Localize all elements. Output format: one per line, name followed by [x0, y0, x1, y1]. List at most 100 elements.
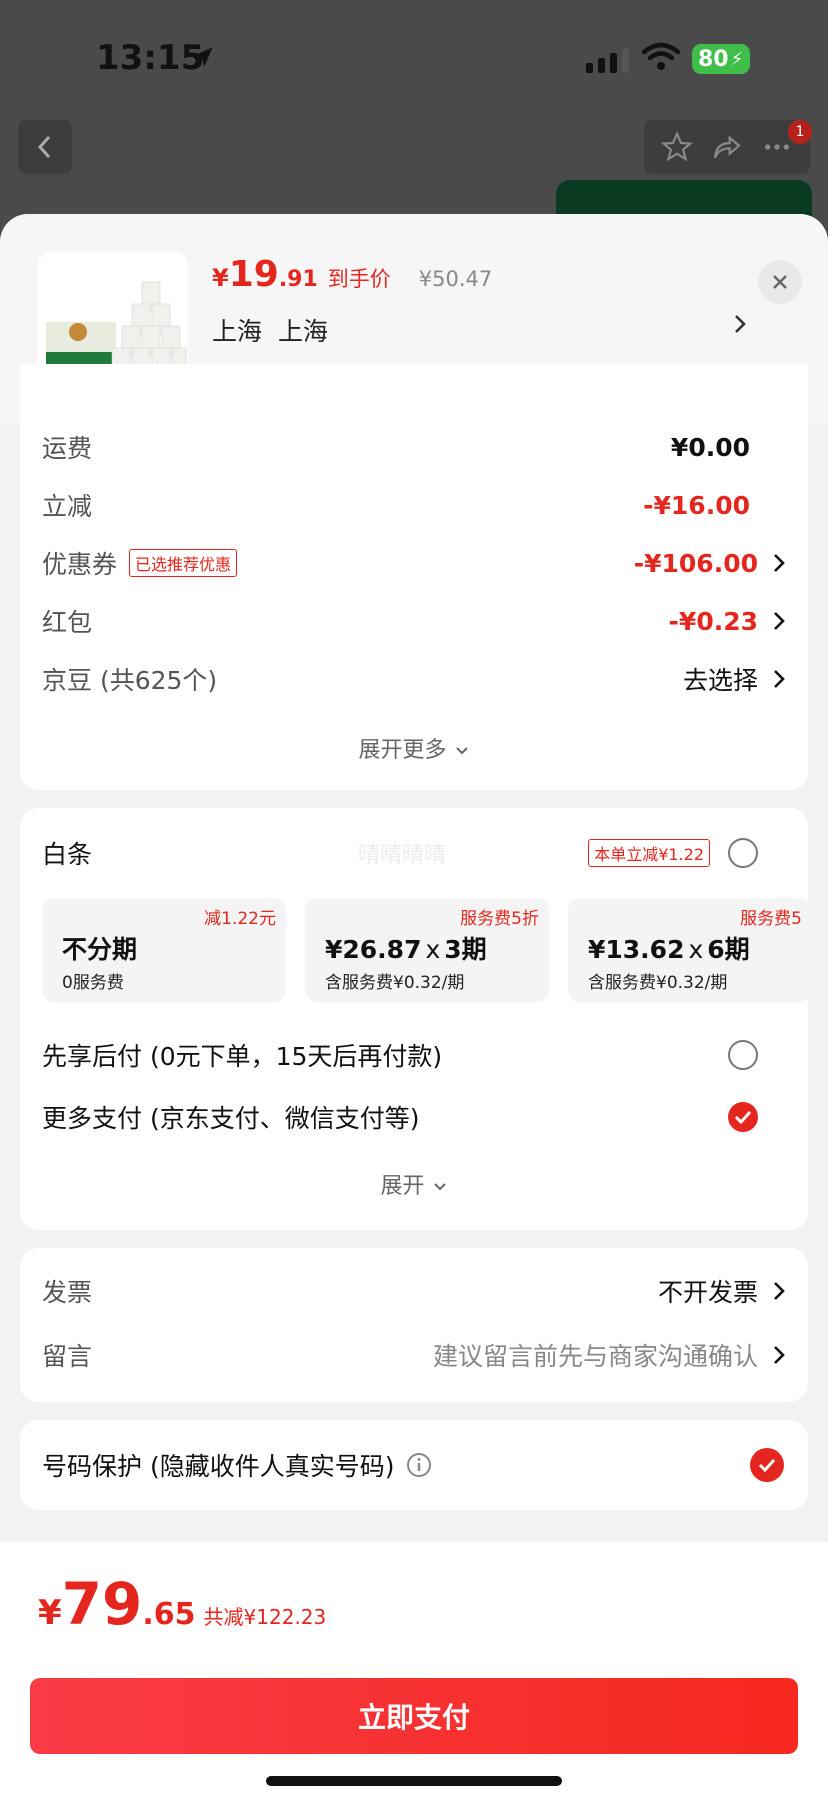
fee-card: 运费 ¥0.00 立减 -¥16.00 优惠券 已选推荐优惠 -¥106.00 …: [20, 364, 808, 790]
jingdou-label: 京豆 (共625个): [42, 666, 218, 695]
notification-badge: 1: [788, 120, 812, 144]
paylater-radio[interactable]: [728, 1040, 758, 1070]
chevron-right-icon[interactable]: [732, 310, 748, 338]
close-icon: [773, 275, 787, 289]
star-icon[interactable]: [661, 131, 693, 163]
expand-more-label: 展开更多: [358, 738, 447, 763]
total-decimal: .65: [142, 1597, 196, 1632]
status-time: 13:15: [96, 38, 205, 78]
note-value: 建议留言前先与商家沟通确认: [432, 1342, 758, 1371]
chevron-down-icon: [433, 1183, 446, 1191]
redpacket-value: -¥0.23: [668, 606, 758, 636]
plan-corner: 服务费5: [740, 909, 802, 929]
top-actions: [644, 120, 810, 174]
redpacket-label: 红包: [42, 608, 93, 637]
invoice-value: 不开发票: [657, 1278, 758, 1307]
chevron-right-icon: [774, 554, 785, 572]
battery-icon: 80 ⚡: [692, 44, 750, 74]
shipping-value: ¥0.00: [670, 432, 750, 462]
note-label: 留言: [42, 1342, 93, 1371]
total-symbol: ¥: [38, 1593, 62, 1633]
privacy-row[interactable]: 号码保护 (隐藏收件人真实号码): [42, 1442, 786, 1488]
payment-card: 白条 晴晴晴晴 本单立减¥1.22 减1.22元 不分期 0服务费 服务费5折 …: [20, 808, 808, 1230]
shipping-row: 运费 ¥0.00: [42, 424, 786, 470]
original-price: ¥50.47: [418, 267, 493, 291]
plan-option[interactable]: 服务费5折 ¥26.87 x 3期 含服务费¥0.32/期: [305, 898, 549, 1002]
chevron-right-icon: [774, 670, 785, 688]
checkout-footer: ¥ 79 .65 共减¥122.23 立即支付: [0, 1542, 828, 1800]
coupon-badge: 已选推荐优惠: [129, 549, 238, 577]
plan-main: ¥26.87 x 3期: [325, 935, 487, 964]
plan-main: 不分期: [62, 935, 138, 964]
price-symbol: ¥: [212, 264, 229, 292]
invoice-card: 发票 不开发票 留言 建议留言前先与商家沟通确认: [20, 1248, 808, 1402]
plan-corner: 服务费5折: [460, 909, 539, 929]
paylater-row[interactable]: 先享后付 (0元下单，15天后再付款): [42, 1032, 786, 1078]
product-price: ¥ 19 .91 到手价 ¥50.47: [212, 254, 492, 295]
expand-link[interactable]: 展开: [20, 1168, 808, 1200]
baitiao-label: 白条: [42, 840, 93, 869]
checkout-sheet: ¥ 19 .91 到手价 ¥50.47 上海 上海 运费 ¥0.00 立减 -¥1…: [0, 214, 828, 1800]
installment-plans: 减1.22元 不分期 0服务费 服务费5折 ¥26.87 x 3期 含服务费¥0.3…: [42, 898, 808, 1008]
privacy-label: 号码保护 (隐藏收件人真实号码): [42, 1452, 395, 1481]
coupon-label: 优惠券: [42, 550, 118, 579]
back-button[interactable]: [18, 120, 72, 174]
total-saved: 共减¥122.23: [203, 1605, 327, 1629]
invoice-row[interactable]: 发票 不开发票: [42, 1268, 786, 1314]
wifi-icon: [642, 42, 680, 70]
price-decimal: .91: [278, 267, 318, 292]
plan-option[interactable]: 服务费5 ¥13.62 x 6期 含服务费¥0.32/期: [568, 898, 808, 1002]
total-integer: 79: [61, 1570, 143, 1638]
baitiao-badge: 本单立减¥1.22: [588, 839, 710, 867]
delivery-address[interactable]: 上海 上海: [212, 312, 344, 348]
discount-label: 立减: [42, 492, 93, 521]
discount-row: 立减 -¥16.00: [42, 482, 786, 528]
share-icon[interactable]: [711, 131, 743, 163]
chevron-right-icon: [774, 612, 785, 630]
invoice-label: 发票: [42, 1278, 93, 1307]
coupon-value: -¥106.00: [633, 548, 758, 578]
total-price: ¥ 79 .65 共减¥122.23: [38, 1570, 326, 1638]
expand-label: 展开: [380, 1174, 425, 1199]
more-pay-check[interactable]: [728, 1102, 758, 1132]
plan-sub: 含服务费¥0.32/期: [325, 973, 465, 993]
address-district: 上海: [278, 317, 329, 346]
privacy-check[interactable]: [750, 1448, 784, 1482]
more-pay-label: 更多支付 (京东支付、微信支付等): [42, 1104, 420, 1133]
redpacket-row[interactable]: 红包 -¥0.23: [42, 598, 786, 644]
chevron-down-icon: [455, 747, 468, 755]
close-button[interactable]: [758, 260, 802, 304]
check-icon: [734, 1110, 752, 1124]
watermark: 晴晴晴晴: [358, 843, 447, 868]
shipping-label: 运费: [42, 434, 93, 463]
home-indicator: [266, 1776, 562, 1786]
more-pay-row[interactable]: 更多支付 (京东支付、微信支付等): [42, 1094, 786, 1140]
status-bar: 13:15 80 ⚡: [0, 0, 828, 120]
expand-more-link[interactable]: 展开更多: [20, 732, 808, 764]
chevron-right-icon: [774, 1346, 785, 1364]
plan-sub: 0服务费: [62, 973, 124, 993]
chevron-right-icon: [774, 1282, 785, 1300]
plan-option[interactable]: 减1.22元 不分期 0服务费: [42, 898, 286, 1002]
chevron-left-icon: [37, 135, 51, 159]
jingdou-row[interactable]: 京豆 (共625个) 去选择: [42, 656, 786, 702]
location-arrow-icon: [193, 47, 213, 67]
paylater-label: 先享后付 (0元下单，15天后再付款): [42, 1042, 443, 1071]
address-city: 上海: [212, 317, 263, 346]
check-icon: [758, 1458, 776, 1472]
note-row[interactable]: 留言 建议留言前先与商家沟通确认: [42, 1332, 786, 1378]
plan-corner: 减1.22元: [204, 909, 276, 929]
info-icon[interactable]: [406, 1452, 432, 1478]
price-tag: 到手价: [327, 267, 391, 291]
pay-now-button[interactable]: 立即支付: [30, 1678, 798, 1754]
coupon-row[interactable]: 优惠券 已选推荐优惠 -¥106.00: [42, 540, 786, 586]
discount-value: -¥16.00: [643, 490, 750, 520]
baitiao-radio[interactable]: [728, 838, 758, 868]
baitiao-row[interactable]: 白条 晴晴晴晴 本单立减¥1.22: [42, 830, 786, 876]
signal-icon: [586, 48, 629, 73]
price-integer: 19: [228, 254, 279, 295]
battery-level: 80: [698, 46, 729, 72]
privacy-card: 号码保护 (隐藏收件人真实号码): [20, 1420, 808, 1510]
jingdou-value: 去选择: [682, 666, 758, 695]
plan-main: ¥13.62 x 6期: [588, 935, 750, 964]
